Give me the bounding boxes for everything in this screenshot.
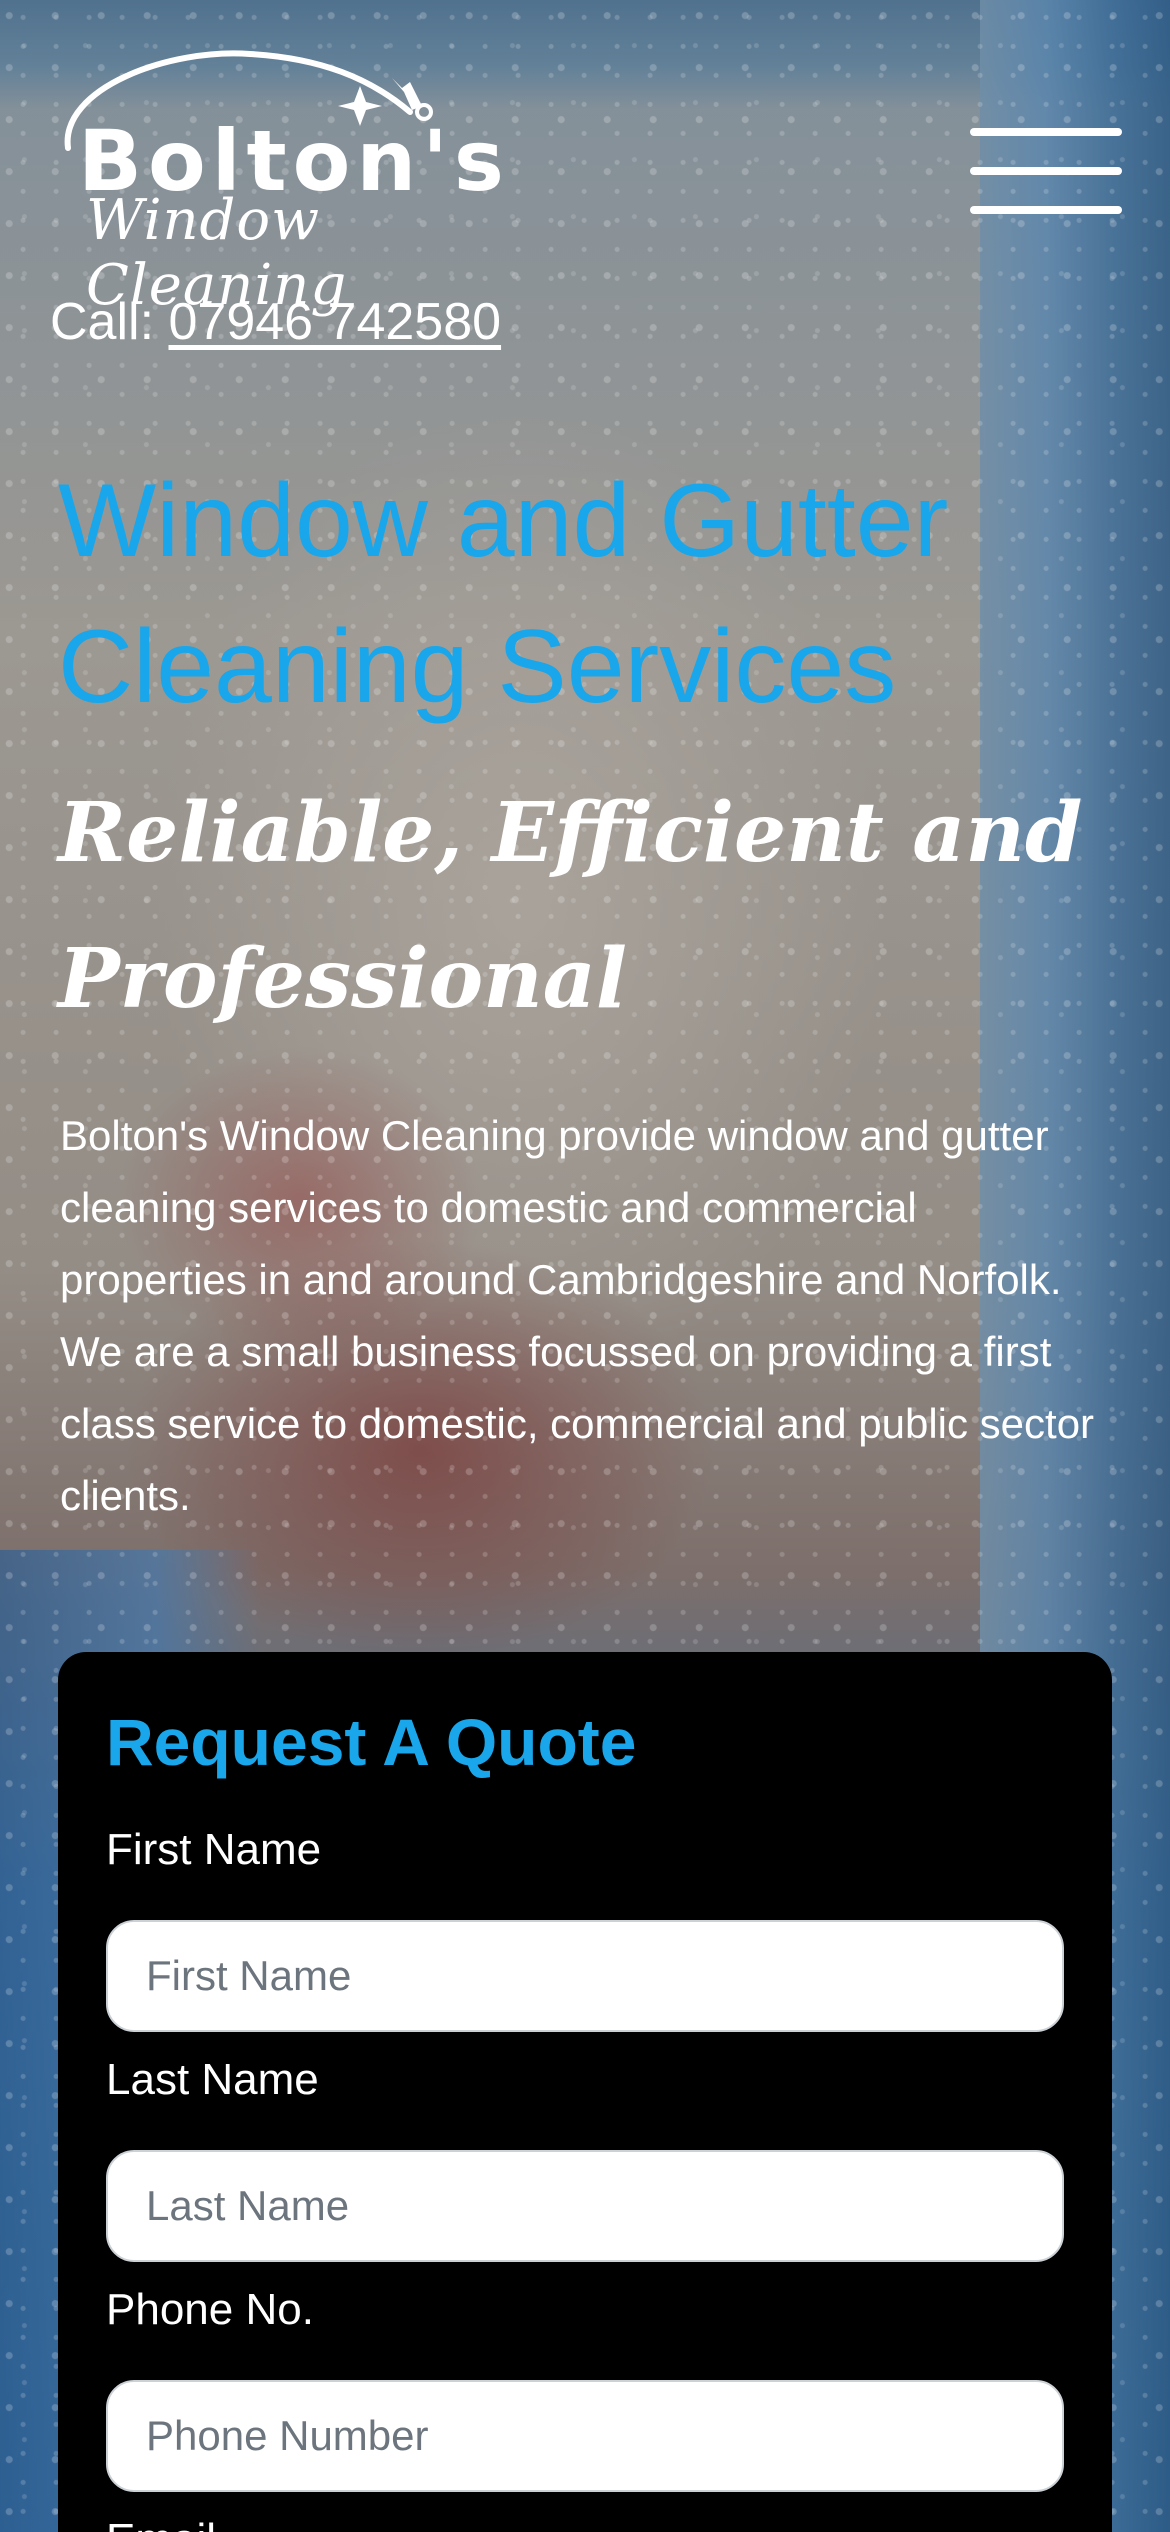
first-name-input[interactable] (106, 1920, 1064, 2032)
logo[interactable]: Bolton's Window Cleaning (50, 48, 530, 318)
hero-title: Window and Gutter Cleaning Services (58, 463, 949, 725)
call-line: Call: 07946 742580 (50, 292, 501, 352)
email-label: Email (106, 2512, 1064, 2532)
menu-bar (970, 128, 1122, 136)
last-name-label: Last Name (106, 2055, 319, 2104)
phone-input[interactable] (106, 2380, 1064, 2492)
quote-form: Request A Quote First Name Last Name Pho… (58, 1652, 1112, 2532)
hamburger-menu-icon[interactable] (970, 128, 1122, 214)
menu-bar (970, 206, 1122, 214)
first-name-label: First Name (106, 1825, 322, 1874)
hero-description: Bolton's Window Cleaning provide window … (60, 1112, 1095, 1519)
site-header: Bolton's Window Cleaning Call: 07946 742… (0, 0, 1170, 380)
call-prefix: Call: (50, 293, 155, 351)
quote-form-title: Request A Quote (106, 1705, 637, 1779)
menu-bar (970, 167, 1122, 175)
hero-subtitle: Reliable, Efficient and Professional (58, 785, 1083, 1027)
phone-link[interactable]: 07946 742580 (168, 293, 501, 351)
last-name-input[interactable] (106, 2150, 1064, 2262)
phone-label: Phone No. (106, 2285, 314, 2334)
